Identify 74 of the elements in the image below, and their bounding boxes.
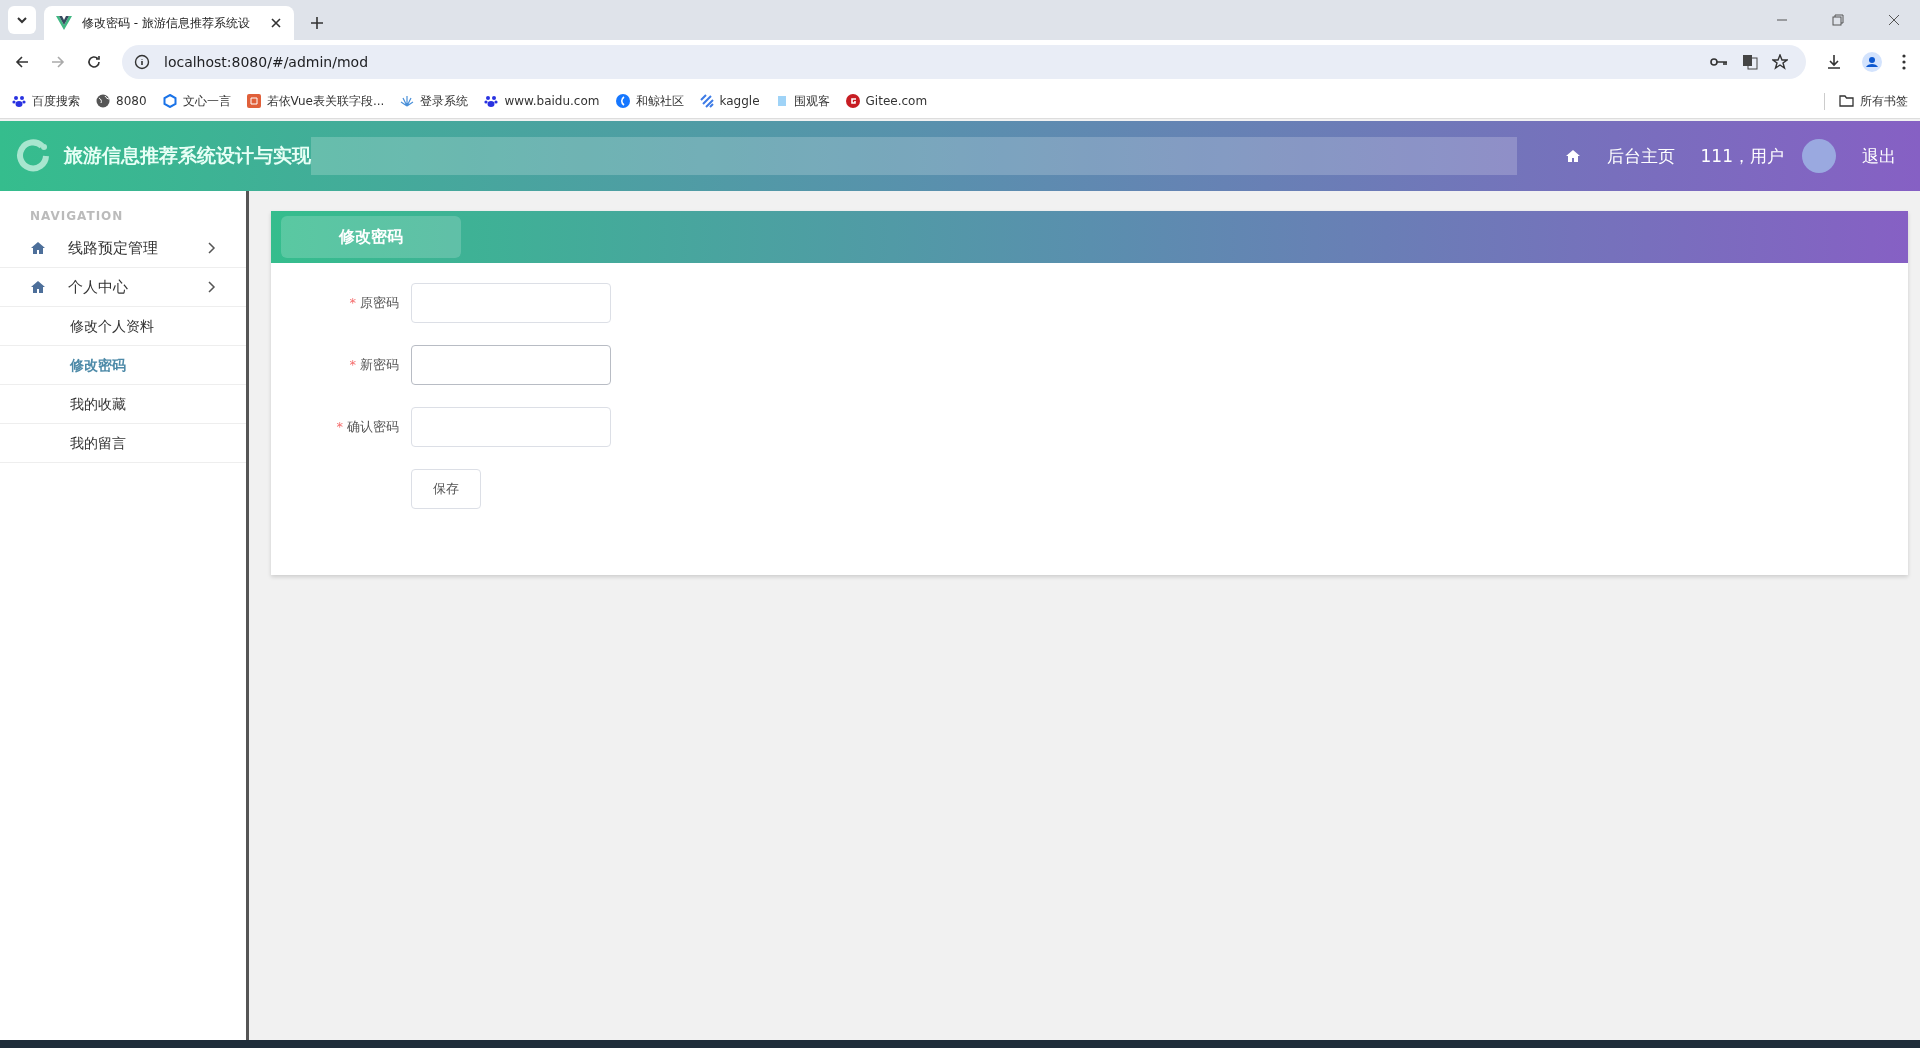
globe-icon xyxy=(96,94,110,108)
bookmark-item[interactable]: 围观客 xyxy=(775,92,830,110)
g-logo-icon xyxy=(845,94,860,108)
submenu-item[interactable]: 我的收藏 xyxy=(0,385,246,424)
avatar xyxy=(1802,139,1836,173)
bookmark-item[interactable]: kaggle xyxy=(699,94,760,108)
v-logo-icon xyxy=(56,16,72,30)
logout-link[interactable]: 退出 xyxy=(1862,144,1896,168)
translate-icon[interactable] xyxy=(1742,54,1758,70)
drop-icon xyxy=(615,94,630,108)
navigation-heading: NAVIGATION xyxy=(29,209,125,225)
new-tab-icon[interactable] xyxy=(310,16,324,30)
star-icon[interactable] xyxy=(1772,54,1788,70)
chevron-icon xyxy=(208,242,216,254)
bookmark-label: 和鲸社区 xyxy=(635,92,684,110)
bookmark-label: 围观客 xyxy=(793,92,830,110)
folder-icon xyxy=(1839,95,1854,107)
restore-icon[interactable] xyxy=(1832,14,1844,26)
back-icon[interactable] xyxy=(14,54,30,70)
info-icon xyxy=(134,54,150,70)
menu-item[interactable]: 线路预定管理 xyxy=(0,229,246,268)
bookmark-item[interactable]: www.baidu.com xyxy=(484,94,600,108)
close-icon[interactable] xyxy=(270,17,282,29)
profile-icon[interactable] xyxy=(1862,52,1882,72)
home-icon xyxy=(30,280,46,294)
reload-icon[interactable] xyxy=(86,54,102,70)
square-logo-icon xyxy=(246,94,261,108)
all-bookmarks-button[interactable]: 所有书签 xyxy=(1824,92,1908,110)
download-icon[interactable] xyxy=(1826,54,1842,70)
password-field[interactable] xyxy=(411,407,611,447)
submenu-item[interactable]: 修改个人资料 xyxy=(0,307,246,346)
bookmark-label: 8080 xyxy=(116,94,147,108)
user-greeting: 111，用户 xyxy=(1700,144,1784,168)
submenu-item[interactable]: 我的留言 xyxy=(0,424,246,463)
bookmark-item[interactable]: 文心一言 xyxy=(162,92,231,110)
chevron-icon xyxy=(208,281,216,293)
bookmark-item[interactable]: 和鲸社区 xyxy=(615,92,684,110)
bookmark-label: Gitee.com xyxy=(865,94,928,108)
browser-tab[interactable]: 修改密码 - 旅游信息推荐系统设 xyxy=(44,6,294,40)
bookmark-label: www.baidu.com xyxy=(504,94,600,108)
bookmark-label: 文心一言 xyxy=(182,92,231,110)
key-icon[interactable] xyxy=(1710,56,1728,68)
bookmark-label: 百度搜索 xyxy=(32,92,80,110)
save-button[interactable]: 保存 xyxy=(411,469,481,509)
tab-title: 修改密码 - 旅游信息推荐系统设 xyxy=(82,14,251,32)
home-icon[interactable] xyxy=(1564,149,1581,163)
field-label: * 原密码 xyxy=(348,294,399,312)
field-label: * 新密码 xyxy=(348,356,399,374)
field-label: * 确认密码 xyxy=(335,418,399,436)
menu-item[interactable]: 个人中心 xyxy=(0,268,246,307)
bookmark-label: kaggle xyxy=(719,94,760,108)
system-title: 旅游信息推荐系统设计与实现 xyxy=(64,143,311,168)
address-bar[interactable]: localhost:8080/#/admin/mod xyxy=(122,45,1806,79)
password-field[interactable] xyxy=(411,283,611,323)
bookmark-item[interactable]: 8080 xyxy=(96,94,147,108)
bookmark-label: 登录系统 xyxy=(420,92,469,110)
chevron-down-icon xyxy=(16,14,28,26)
home-icon xyxy=(30,241,46,255)
stripes-icon xyxy=(699,94,714,108)
close-window-icon[interactable] xyxy=(1888,14,1900,26)
admin-home-link[interactable]: 后台主页 xyxy=(1606,144,1675,168)
bookmark-item[interactable]: Gitee.com xyxy=(845,94,928,108)
url-text: localhost:8080/#/admin/mod xyxy=(164,54,369,70)
ring-logo-icon xyxy=(16,138,52,174)
paw-icon xyxy=(484,94,499,108)
bookmark-item[interactable]: 登录系统 xyxy=(400,92,469,110)
bookmark-item[interactable]: 百度搜索 xyxy=(12,92,80,110)
more-menu-icon[interactable] xyxy=(1902,54,1906,70)
password-field[interactable] xyxy=(411,345,611,385)
leaf-icon xyxy=(400,94,415,108)
paw-icon xyxy=(12,94,26,108)
tab-list-button[interactable] xyxy=(8,6,36,34)
hexagon-icon xyxy=(162,94,177,108)
submenu-item[interactable]: 修改密码 xyxy=(0,346,246,385)
